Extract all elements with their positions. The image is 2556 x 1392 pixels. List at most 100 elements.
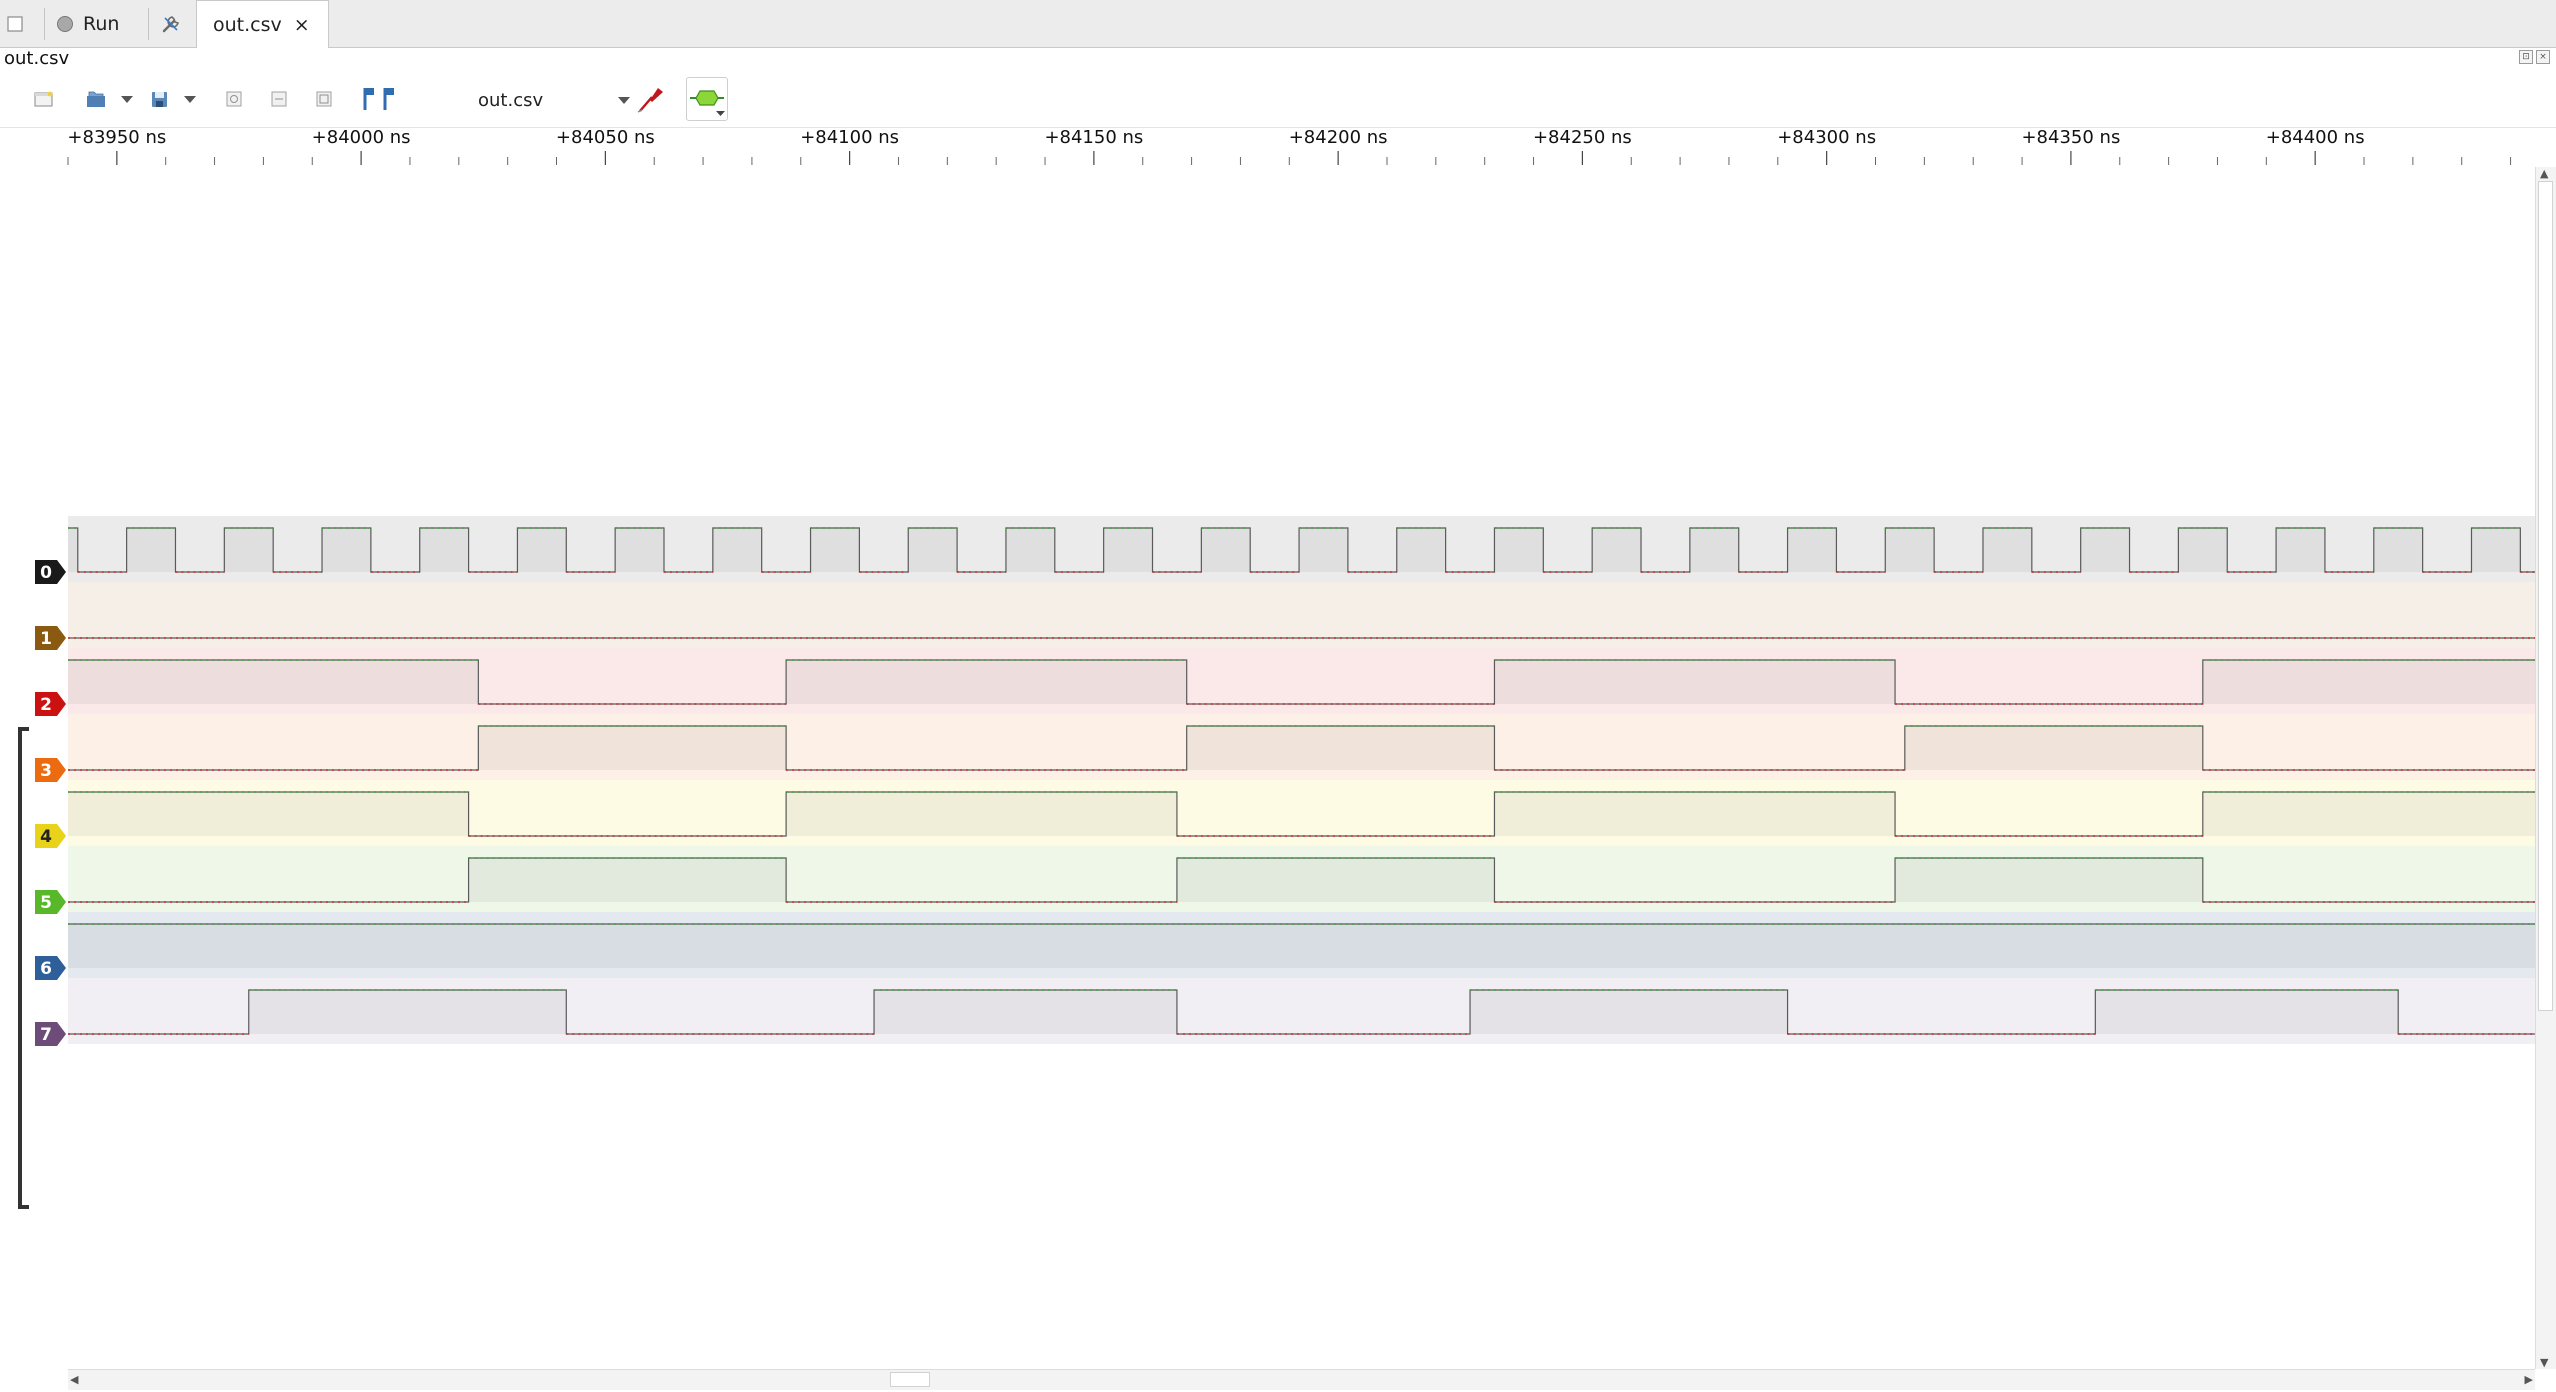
channel-group-bracket[interactable] (18, 727, 29, 1209)
vertical-scrollbar[interactable]: ▲ ▼ (2535, 167, 2556, 1369)
high-region (2202, 660, 2535, 704)
channel-id-text: 3 (40, 761, 52, 781)
document-title: out.csv (4, 48, 70, 69)
channel-label-4[interactable]: 4 (35, 824, 66, 848)
window-buttons: ⊡ × (2519, 50, 2550, 64)
scroll-left-icon[interactable]: ◀ (70, 1373, 78, 1386)
high-region (1470, 990, 1788, 1034)
time-ruler[interactable]: +83950 ns +84000 ns +84050 ns +84100 ns +841… (0, 127, 2556, 167)
open-button[interactable] (84, 83, 108, 115)
zoom-in-icon (226, 91, 242, 107)
high-region (419, 528, 469, 572)
high-region (2373, 528, 2423, 572)
high-region (1689, 528, 1739, 572)
tab-out-csv[interactable]: out.csv × (196, 0, 329, 48)
vertical-scroll-thumb[interactable] (2538, 181, 2553, 1011)
cursor-icon (363, 88, 394, 110)
high-region (126, 528, 176, 572)
run-icon (57, 15, 73, 32)
probe-button[interactable] (634, 83, 668, 115)
float-window-icon[interactable]: ⊡ (2519, 50, 2533, 64)
scroll-right-icon[interactable]: ▶ (2525, 1373, 2533, 1386)
high-region (615, 528, 664, 572)
save-button[interactable] (148, 83, 172, 115)
high-region (1982, 528, 2032, 572)
settings-button[interactable] (160, 0, 190, 47)
high-region (810, 528, 860, 572)
channel-label-5[interactable]: 5 (35, 890, 66, 914)
scroll-down-icon[interactable]: ▼ (2540, 1356, 2548, 1369)
ruler-svg: +83950 ns +84000 ns +84050 ns +84100 ns +841… (67, 127, 2512, 165)
high-region (874, 990, 1177, 1034)
high-region (1494, 792, 1896, 836)
ruler-label: +84300 ns (1777, 127, 1876, 148)
high-region (1592, 528, 1642, 572)
close-tab-icon[interactable]: × (294, 14, 310, 36)
channel-id-text: 0 (40, 563, 52, 583)
high-region (2276, 528, 2325, 572)
zoom-fit-icon (316, 91, 332, 107)
high-region (786, 792, 1177, 836)
new-session-button[interactable] (6, 0, 34, 47)
horizontal-scroll-thumb[interactable] (890, 1372, 930, 1387)
high-region (517, 528, 567, 572)
zoom-out-button[interactable] (267, 83, 291, 115)
high-region (1176, 858, 1495, 902)
channel-id-text: 1 (40, 629, 52, 649)
high-region (2095, 990, 2399, 1034)
decoder-icon (690, 90, 725, 116)
horizontal-scrollbar[interactable]: ◀ ▶ (68, 1369, 2535, 1390)
high-region (468, 858, 787, 902)
high-region (68, 792, 469, 836)
high-region (1005, 528, 1055, 572)
device-name: out.csv (478, 89, 544, 111)
channel-id-text: 2 (40, 695, 52, 715)
cursor-button[interactable] (358, 83, 398, 115)
run-button[interactable]: Run (56, 0, 136, 47)
high-region (1787, 528, 1837, 572)
save-dropdown[interactable] (183, 83, 197, 115)
new-view-button[interactable] (30, 83, 58, 115)
toolbar: out.csv (0, 71, 2556, 128)
channel-label-3[interactable]: 3 (35, 758, 66, 782)
high-region (1396, 528, 1446, 572)
waveform-svg: 0 1 2 3 4 5 6 7 (18, 516, 2535, 1209)
waveform-area[interactable]: 0 1 2 3 4 5 6 7 (0, 167, 2535, 1369)
ruler-label: +84000 ns (312, 127, 411, 148)
high-region (248, 990, 567, 1034)
new-session-icon (7, 15, 23, 32)
save-icon (152, 92, 167, 107)
device-selector[interactable]: out.csv (470, 87, 630, 113)
high-region (478, 726, 787, 770)
zoom-fit-button[interactable] (312, 83, 336, 115)
close-window-icon[interactable]: × (2536, 50, 2550, 64)
channel-id-text: 5 (40, 893, 52, 913)
ruler-label: +83950 ns (67, 127, 166, 148)
high-region (1201, 528, 1251, 572)
run-label: Run (83, 12, 120, 35)
channel-label-6[interactable]: 6 (35, 956, 66, 980)
ruler-label: +84050 ns (556, 127, 655, 148)
settings-icon (162, 15, 179, 32)
channel-label-0[interactable]: 0 (35, 560, 66, 584)
channel-id-text: 4 (40, 827, 52, 847)
ruler-label: +84250 ns (1533, 127, 1632, 148)
high-region (2471, 528, 2521, 572)
chevron-down-icon (618, 96, 630, 104)
channel-label-7[interactable]: 7 (35, 1022, 66, 1046)
channel-label-2[interactable]: 2 (35, 692, 66, 716)
channel-id-text: 7 (40, 1025, 52, 1045)
new-view-icon (34, 91, 53, 107)
high-region (2178, 528, 2228, 572)
high-region (68, 660, 479, 704)
open-dropdown[interactable] (120, 83, 134, 115)
add-decoder-button[interactable] (686, 77, 728, 121)
scroll-up-icon[interactable]: ▲ (2540, 167, 2548, 180)
tab-bar: Run out.csv × (0, 0, 2556, 48)
channel-label-1[interactable]: 1 (35, 626, 66, 650)
high-region (1885, 528, 1935, 572)
high-region (1103, 528, 1153, 572)
high-region (68, 528, 78, 572)
ruler-label: +84400 ns (2266, 127, 2365, 148)
zoom-in-button[interactable] (222, 83, 246, 115)
